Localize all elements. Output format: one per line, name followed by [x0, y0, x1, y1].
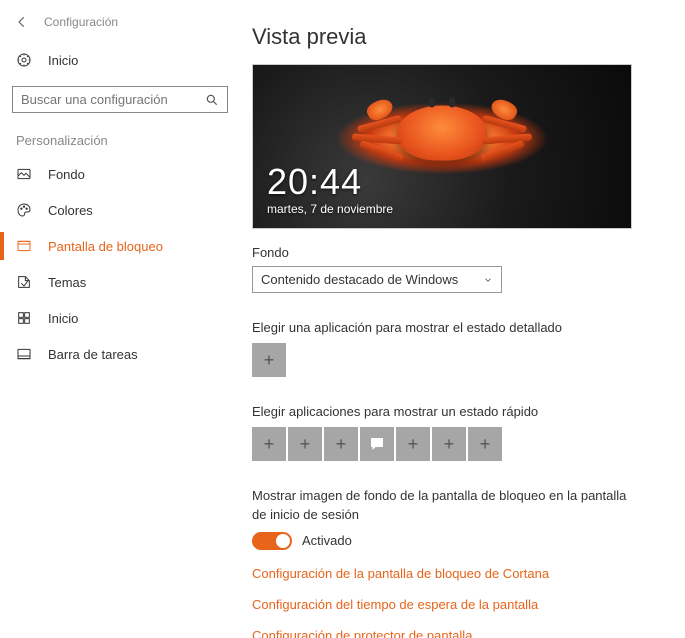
themes-icon — [16, 274, 32, 290]
taskbar-icon — [16, 346, 32, 362]
nav-label: Inicio — [48, 311, 78, 326]
quick-app-slot-1[interactable]: + — [252, 427, 286, 461]
search-box[interactable] — [12, 86, 228, 113]
background-icon — [16, 166, 32, 182]
plus-icon: + — [444, 434, 455, 455]
link-screen-timeout[interactable]: Configuración del tiempo de espera de la… — [252, 597, 661, 612]
background-select[interactable]: Contenido destacado de Windows — [252, 266, 502, 293]
plus-icon: + — [336, 434, 347, 455]
show-image-toggle[interactable] — [252, 532, 292, 550]
section-label: Personalización — [0, 123, 240, 156]
nav-label: Barra de tareas — [48, 347, 138, 362]
plus-icon: + — [264, 350, 275, 371]
sidebar-item-temas[interactable]: Temas — [0, 264, 240, 300]
sidebar-item-colores[interactable]: Colores — [0, 192, 240, 228]
quick-app-slot-5[interactable]: + — [396, 427, 430, 461]
plus-icon: + — [480, 434, 491, 455]
back-button[interactable] — [12, 12, 32, 32]
sidebar: Configuración Inicio Personalización Fon… — [0, 0, 240, 638]
quick-app-slot-2[interactable]: + — [288, 427, 322, 461]
lockscreen-icon — [16, 238, 32, 254]
colors-icon — [16, 202, 32, 218]
nav-label: Colores — [48, 203, 93, 218]
plus-icon: + — [408, 434, 419, 455]
nav-label: Pantalla de bloqueo — [48, 239, 163, 254]
sidebar-item-barra-tareas[interactable]: Barra de tareas — [0, 336, 240, 372]
plus-icon: + — [300, 434, 311, 455]
chevron-down-icon — [483, 275, 493, 285]
quick-app-slot-7[interactable]: + — [468, 427, 502, 461]
toggle-state: Activado — [302, 533, 352, 548]
plus-icon: + — [264, 434, 275, 455]
quick-app-slot-4[interactable] — [360, 427, 394, 461]
detailed-app-label: Elegir una aplicación para mostrar el es… — [252, 319, 632, 337]
nav-label: Temas — [48, 275, 86, 290]
add-detailed-app-button[interactable]: + — [252, 343, 286, 377]
sidebar-item-fondo[interactable]: Fondo — [0, 156, 240, 192]
preview-date: martes, 7 de noviembre — [267, 202, 393, 216]
show-image-label: Mostrar imagen de fondo de la pantalla d… — [252, 487, 632, 523]
background-selected: Contenido destacado de Windows — [261, 272, 458, 287]
nav-label: Fondo — [48, 167, 85, 182]
link-screensaver[interactable]: Configuración de protector de pantalla — [252, 628, 661, 638]
sidebar-item-inicio[interactable]: Inicio — [0, 300, 240, 336]
home-button[interactable]: Inicio — [0, 44, 240, 76]
lockscreen-preview: 20:44 martes, 7 de noviembre — [252, 64, 632, 229]
quick-apps-label: Elegir aplicaciones para mostrar un esta… — [252, 403, 632, 421]
home-label: Inicio — [48, 53, 78, 68]
main-content: Vista previa 20:44 martes, 7 de noviembr… — [240, 0, 685, 638]
background-label: Fondo — [252, 245, 661, 260]
page-title: Vista previa — [252, 24, 661, 50]
quick-app-slot-3[interactable]: + — [324, 427, 358, 461]
preview-time: 20:44 — [267, 164, 393, 200]
quick-app-slot-6[interactable]: + — [432, 427, 466, 461]
sidebar-item-pantalla-bloqueo[interactable]: Pantalla de bloqueo — [0, 228, 240, 264]
start-icon — [16, 310, 32, 326]
app-title: Configuración — [44, 15, 118, 29]
search-icon — [205, 93, 219, 107]
message-icon — [368, 435, 386, 453]
search-input[interactable] — [21, 92, 205, 107]
link-cortana-lockscreen[interactable]: Configuración de la pantalla de bloqueo … — [252, 566, 661, 581]
